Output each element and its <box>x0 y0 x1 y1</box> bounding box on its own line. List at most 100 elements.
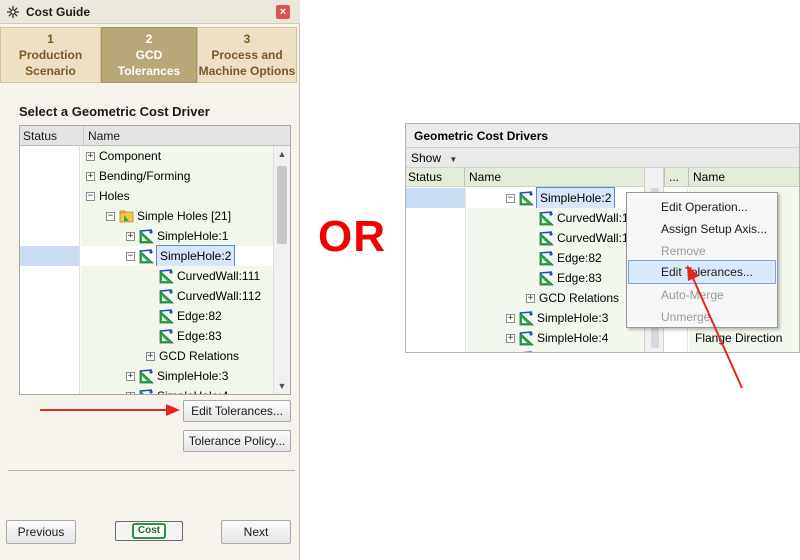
tree-row[interactable]: CurvedWall:111 <box>20 266 274 286</box>
tree-node-label: SimpleHole:1 <box>157 229 229 243</box>
tree-node[interactable]: + GCD Relations <box>526 288 619 308</box>
feature-icon <box>519 190 534 206</box>
tree-node-label: SimpleHole:3 <box>157 369 229 383</box>
close-icon[interactable]: × <box>276 5 290 19</box>
cost-button[interactable]: Cost <box>115 521 183 541</box>
tree-node[interactable]: Edge:83 <box>146 326 222 346</box>
tree-row[interactable]: + Component <box>20 146 274 166</box>
tree-node-label: GCD Relations <box>159 349 240 363</box>
gcd-row[interactable]: CurvedWall:1 <box>406 208 644 228</box>
cost-guide-app-icon <box>6 5 20 19</box>
tree-node[interactable]: + SimpleHole:1 <box>126 226 228 246</box>
tree-node[interactable]: Edge:82 <box>146 306 222 326</box>
collapse-icon[interactable]: − <box>106 211 115 221</box>
tree-row[interactable]: + GCD Relations <box>20 346 274 366</box>
context-menu-item[interactable]: Assign Setup Axis... <box>629 218 775 240</box>
expand-icon[interactable]: + <box>126 231 135 241</box>
tree-node[interactable]: CurvedWall:1 <box>526 208 629 228</box>
tree-row[interactable]: + SimpleHole:1 <box>20 226 274 246</box>
previous-button[interactable]: Previous <box>6 520 76 544</box>
tolerance-policy-button[interactable]: Tolerance Policy... <box>183 430 291 452</box>
column-header-name[interactable]: Name <box>83 126 275 146</box>
tree-node-label: Edge:83 <box>177 329 222 343</box>
tree-node[interactable]: + Bending/Forming <box>86 166 190 186</box>
context-menu-item[interactable]: Auto-Merge <box>629 284 775 306</box>
tree-node[interactable]: + SimpleHole:4 <box>126 386 228 394</box>
tree-node[interactable]: + GCD Relations <box>146 346 239 366</box>
column-header-name[interactable]: Name <box>464 168 644 187</box>
tree-scrollbar[interactable]: ▲ ▼ <box>273 146 290 394</box>
column-header-status[interactable]: Status <box>408 168 442 187</box>
scroll-up-icon[interactable]: ▲ <box>274 146 290 162</box>
tree-row[interactable]: − Holes <box>20 186 274 206</box>
tree-row[interactable]: Edge:82 <box>20 306 274 326</box>
gcd-row[interactable]: Edge:83 <box>406 268 644 288</box>
expand-icon[interactable]: + <box>126 371 135 381</box>
tree-row[interactable]: + SimpleHole:4 <box>20 386 274 394</box>
tree-node-label: Edge:82 <box>177 309 222 323</box>
tree-row[interactable]: + Bending/Forming <box>20 166 274 186</box>
row-status-cell <box>20 306 80 326</box>
chevron-down-icon[interactable]: ▼ <box>449 155 457 164</box>
tree-node-label: Bending/Forming <box>99 169 191 183</box>
context-menu-item[interactable]: Edit Tolerances... <box>628 260 776 284</box>
show-dropdown[interactable]: Show <box>411 151 441 165</box>
gcd-row[interactable]: − SimpleHole:2 <box>406 187 644 209</box>
gcd-row[interactable]: CurvedWall:1 <box>406 228 644 248</box>
gcd-right-row[interactable]: Length (in) <box>664 348 799 352</box>
gcd-row[interactable]: + SimpleHole:4 <box>406 328 644 348</box>
feature-icon <box>139 228 154 244</box>
tree-row[interactable]: + SimpleHole:3 <box>20 366 274 386</box>
context-menu-item[interactable]: Unmerge <box>629 306 775 328</box>
tree-node[interactable]: CurvedWall:112 <box>146 286 261 306</box>
gcd-row[interactable]: + SimpleHole:3 <box>406 308 644 328</box>
scroll-thumb[interactable] <box>277 166 287 244</box>
tree-row[interactable]: − SimpleHole:2 <box>20 245 274 267</box>
tree-node[interactable]: − Holes <box>86 186 130 206</box>
tab-number: 2 <box>145 32 153 46</box>
tab-gcd-tolerances[interactable]: 2 GCD Tolerances <box>101 27 197 83</box>
next-button[interactable]: Next <box>221 520 291 544</box>
column-header-name-right[interactable]: Name <box>688 168 799 187</box>
tree-row[interactable]: CurvedWall:112 <box>20 286 274 306</box>
tab-production-scenario[interactable]: 1 Production Scenario <box>0 27 101 83</box>
collapse-icon[interactable]: − <box>126 251 135 261</box>
tree-node[interactable]: + SimpleHole:3 <box>506 308 608 328</box>
expand-icon[interactable]: + <box>86 171 95 181</box>
scroll-down-icon[interactable]: ▼ <box>274 378 290 394</box>
collapse-icon[interactable]: − <box>86 191 95 201</box>
expand-icon[interactable]: + <box>506 333 515 343</box>
tree-row[interactable]: − Simple Holes [21] <box>20 206 274 226</box>
gcd-row[interactable]: + GCD Relations <box>406 288 644 308</box>
tree-node[interactable]: CurvedWall:1 <box>526 228 629 248</box>
tree-node[interactable]: Edge:82 <box>526 248 602 268</box>
edit-tolerances-button[interactable]: Edit Tolerances... <box>183 400 291 422</box>
tree-node[interactable]: CurvedWall:111 <box>146 266 260 286</box>
tree-node[interactable]: − SimpleHole:2 <box>506 187 616 209</box>
column-header-more[interactable]: ... <box>664 168 688 187</box>
expand-icon[interactable]: + <box>146 351 155 361</box>
tree-node[interactable]: − Simple Holes [21] <box>106 206 231 226</box>
tree-node[interactable]: +SimpleHole:5 <box>506 348 608 352</box>
context-menu-item[interactable]: Edit Operation... <box>629 196 775 218</box>
gcd-row[interactable]: Edge:82 <box>406 248 644 268</box>
tree-node[interactable]: + SimpleHole:3 <box>126 366 228 386</box>
collapse-icon[interactable]: − <box>506 193 515 203</box>
tab-process-machine-options[interactable]: 3 Process and Machine Options <box>197 27 297 83</box>
tree-node[interactable]: − SimpleHole:2 <box>126 245 236 267</box>
or-label: OR <box>318 212 386 261</box>
gcd-tree[interactable]: Status Name + Component + Bending/Forming − H… <box>19 125 291 395</box>
expand-icon[interactable]: + <box>86 151 95 161</box>
expand-icon[interactable]: + <box>526 293 535 303</box>
gcd-row[interactable]: +SimpleHole:5 <box>406 348 644 352</box>
tree-node[interactable]: + Component <box>86 146 161 166</box>
tree-node[interactable]: Edge:83 <box>526 268 602 288</box>
tree-row[interactable]: Edge:83 <box>20 326 274 346</box>
gcd-table-header: Status Name ... Name <box>406 168 799 187</box>
column-header-status[interactable]: Status <box>23 126 57 146</box>
tree-node[interactable]: + SimpleHole:4 <box>506 328 608 348</box>
context-menu-item[interactable]: Remove <box>629 240 775 262</box>
gcd-right-row[interactable]: Flange Direction <box>664 328 799 348</box>
expand-icon[interactable]: + <box>126 391 135 394</box>
expand-icon[interactable]: + <box>506 313 515 323</box>
